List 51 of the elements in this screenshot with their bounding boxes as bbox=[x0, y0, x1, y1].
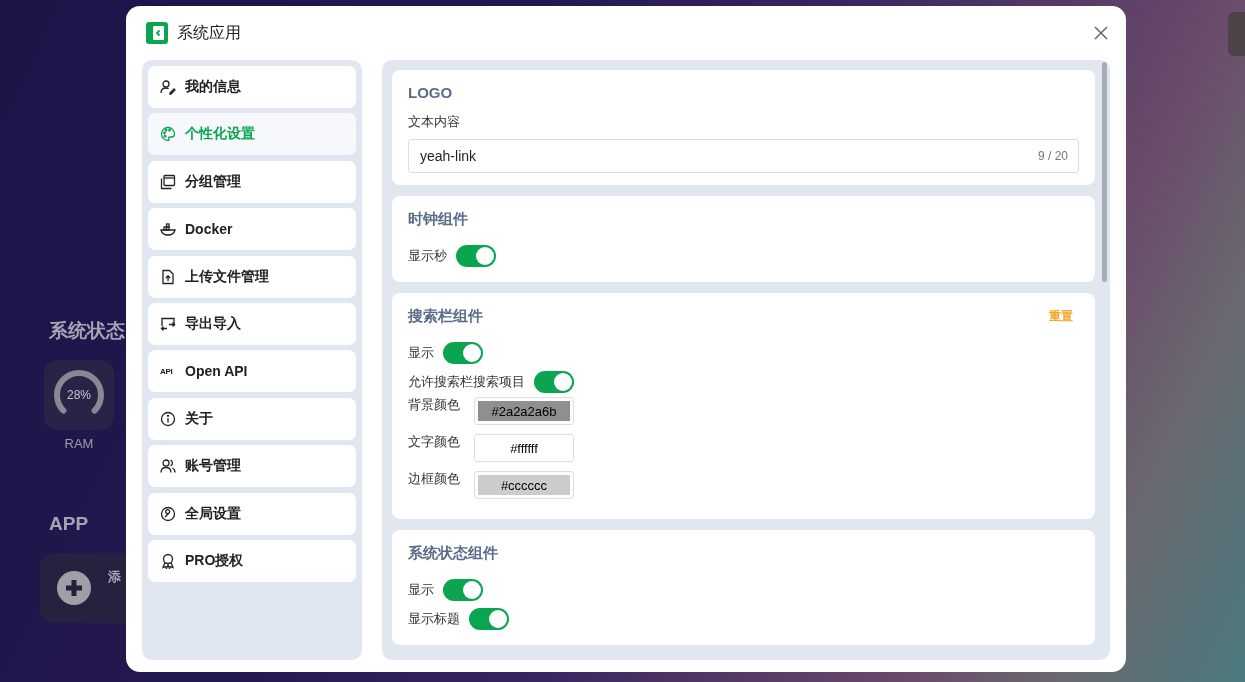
api-icon: API bbox=[160, 366, 176, 376]
palette-icon bbox=[160, 126, 176, 143]
card-title: 搜索栏组件 bbox=[408, 307, 483, 326]
sidebar-item[interactable]: Docker bbox=[148, 208, 356, 251]
sidebar-item[interactable]: 上传文件管理 bbox=[148, 255, 356, 298]
add-app-label: 添 bbox=[108, 568, 121, 586]
sidebar-item[interactable]: 关于 bbox=[148, 397, 356, 440]
file-upload-icon bbox=[160, 268, 176, 285]
switch-label: 显示 bbox=[408, 343, 434, 362]
user-edit-icon bbox=[160, 79, 176, 95]
transfer-icon bbox=[160, 315, 176, 332]
field-label: 文本内容 bbox=[408, 113, 461, 131]
scrollbar[interactable] bbox=[1102, 62, 1107, 282]
section-title: 系统状态 bbox=[49, 319, 125, 343]
windows-icon bbox=[160, 173, 176, 190]
gauge-label: RAM bbox=[64, 436, 94, 451]
sidebar-item[interactable]: 分组管理 bbox=[148, 160, 356, 203]
text-input[interactable]: yeah-link 9 / 20 bbox=[408, 139, 1079, 173]
card-title: 系统状态组件 bbox=[408, 544, 498, 563]
card-title: 时钟组件 bbox=[408, 210, 468, 229]
color-label: 边框颜色 bbox=[408, 470, 460, 488]
users-icon bbox=[160, 458, 176, 475]
plus-icon bbox=[57, 571, 91, 605]
sidebar-item[interactable]: API Open API bbox=[148, 350, 356, 393]
sidebar-item[interactable]: 导出导入 bbox=[148, 302, 356, 345]
gauge-reading: 28% bbox=[67, 388, 91, 402]
toggle-switch[interactable] bbox=[443, 578, 483, 601]
toggle-switch[interactable] bbox=[443, 341, 483, 364]
switch-label: 显示 bbox=[408, 580, 434, 599]
sidebar-item[interactable]: 账号管理 bbox=[148, 445, 356, 488]
switch-label: 显示秒 bbox=[408, 246, 447, 265]
gauge-tile[interactable]: 28% bbox=[44, 360, 114, 430]
sidebar-item[interactable]: PRO授权 bbox=[148, 539, 356, 582]
award-icon bbox=[160, 552, 176, 569]
close-icon[interactable] bbox=[1094, 26, 1108, 40]
gauge-arc bbox=[54, 370, 104, 414]
section-title: APP bbox=[49, 513, 89, 535]
toggle-switch[interactable] bbox=[534, 370, 574, 393]
color-label: 背景颜色 bbox=[408, 396, 460, 414]
sidebar-item[interactable]: 我的信息 bbox=[148, 66, 356, 108]
window-title: 系统应用 bbox=[177, 22, 242, 43]
info-icon bbox=[160, 410, 176, 427]
switch-label: 允许搜索栏搜索项目 bbox=[408, 372, 525, 391]
character-counter: 9 / 20 bbox=[1037, 149, 1068, 163]
toggle-switch[interactable] bbox=[469, 607, 509, 630]
sidebar-item[interactable]: 全局设置 bbox=[148, 492, 356, 535]
color-label: 文字颜色 bbox=[408, 433, 460, 451]
toggle-switch[interactable] bbox=[456, 244, 496, 267]
app-logo-icon bbox=[146, 22, 168, 44]
switch-label: 显示标题 bbox=[408, 609, 460, 628]
card-title: LOGO bbox=[408, 84, 453, 101]
